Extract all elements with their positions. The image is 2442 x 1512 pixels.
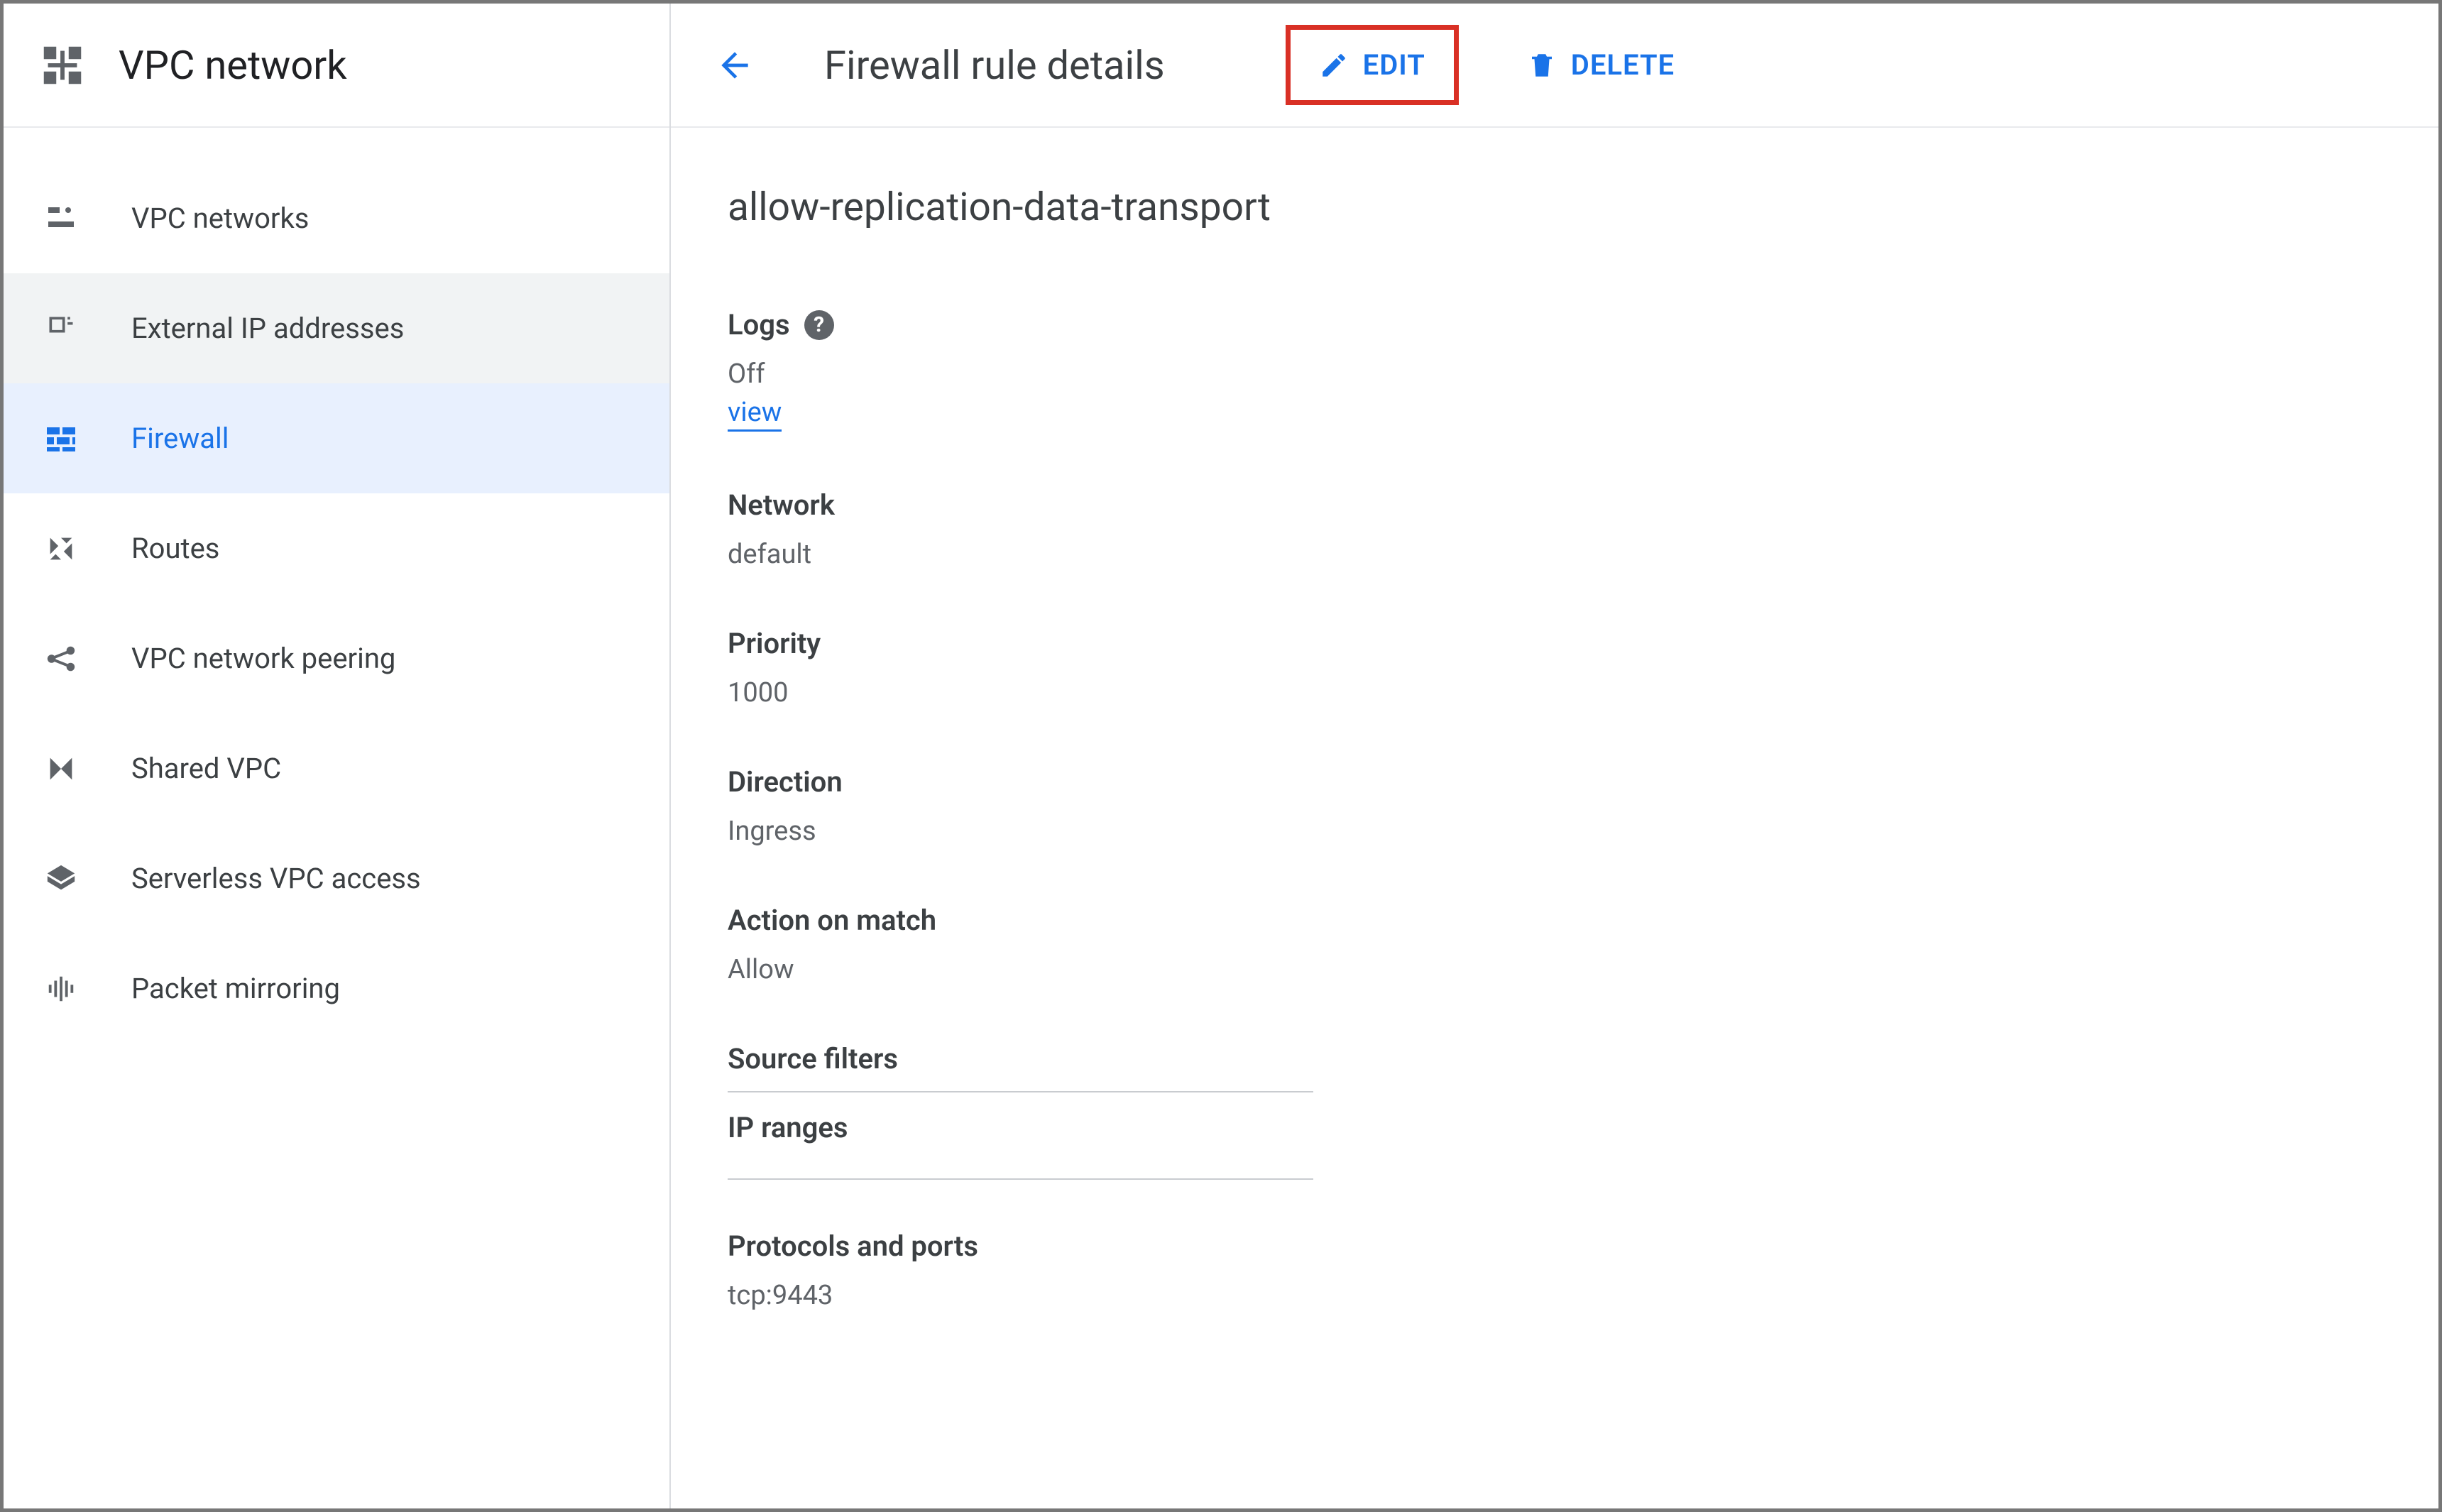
field-priority: Priority 1000 — [728, 627, 2382, 708]
main: Firewall rule details EDIT DELETE allow-… — [671, 4, 2438, 1508]
page-title: Firewall rule details — [824, 42, 1165, 89]
sidebar-item-shared-vpc[interactable]: Shared VPC — [4, 713, 669, 823]
edit-button-highlight: EDIT — [1286, 25, 1459, 105]
field-logs: Logs ? Off view — [728, 308, 2382, 432]
ip-ranges-label: IP ranges — [728, 1092, 2382, 1163]
divider — [728, 1178, 1313, 1180]
sidebar-item-firewall[interactable]: Firewall — [4, 383, 669, 493]
shared-vpc-icon — [43, 751, 79, 787]
product-title: VPC network — [119, 42, 347, 89]
field-network: Network default — [728, 488, 2382, 570]
edit-button[interactable]: EDIT — [1293, 34, 1451, 96]
rule-name: allow-replication-data-transport — [728, 185, 2382, 230]
source-filters-label: Source filters — [728, 1042, 2382, 1075]
product-header: VPC network — [4, 4, 669, 128]
action-label: Action on match — [728, 904, 2382, 937]
sidebar-item-label: Packet mirroring — [131, 972, 340, 1005]
protocols-label: Protocols and ports — [728, 1229, 2382, 1263]
priority-label: Priority — [728, 627, 2382, 660]
network-label: Network — [728, 488, 2382, 522]
sidebar-item-mirroring[interactable]: Packet mirroring — [4, 933, 669, 1043]
main-header: Firewall rule details EDIT DELETE — [671, 4, 2438, 128]
sidebar-item-label: Firewall — [131, 422, 229, 455]
sidebar-item-label: Shared VPC — [131, 752, 281, 785]
network-value: default — [728, 539, 2382, 570]
sidebar-item-routes[interactable]: Routes — [4, 493, 669, 603]
help-icon[interactable]: ? — [804, 310, 834, 340]
direction-label: Direction — [728, 765, 2382, 799]
sidebar-item-label: VPC network peering — [131, 642, 395, 675]
firewall-icon — [43, 421, 79, 456]
sidebar-item-vpc-networks[interactable]: VPC networks — [4, 163, 669, 273]
sidebar-item-label: External IP addresses — [131, 312, 404, 345]
logs-label: Logs — [728, 308, 790, 341]
field-protocols: Protocols and ports tcp:9443 — [728, 1229, 2382, 1311]
sidebar: VPC network VPC networks External IP add… — [4, 4, 671, 1508]
action-value: Allow — [728, 954, 2382, 985]
sidebar-item-label: Serverless VPC access — [131, 862, 421, 895]
delete-button[interactable]: DELETE — [1501, 34, 1700, 96]
protocols-value: tcp:9443 — [728, 1280, 2382, 1311]
field-source-filters: Source filters IP ranges — [728, 1042, 2382, 1180]
network-icon — [43, 201, 79, 236]
mirroring-icon — [43, 971, 79, 1007]
logs-view-link[interactable]: view — [728, 397, 782, 432]
logs-value: Off — [728, 358, 2382, 390]
pencil-icon — [1319, 50, 1349, 80]
field-direction: Direction Ingress — [728, 765, 2382, 847]
priority-value: 1000 — [728, 677, 2382, 708]
back-button[interactable] — [713, 44, 756, 87]
sidebar-nav: VPC networks External IP addresses Firew… — [4, 128, 669, 1043]
arrow-left-icon — [715, 45, 755, 85]
sidebar-item-serverless[interactable]: Serverless VPC access — [4, 823, 669, 933]
main-body: allow-replication-data-transport Logs ? … — [671, 128, 2438, 1311]
sidebar-item-external-ip[interactable]: External IP addresses — [4, 273, 669, 383]
sidebar-item-label: VPC networks — [131, 202, 309, 235]
routes-icon — [43, 531, 79, 566]
edit-button-label: EDIT — [1363, 48, 1425, 82]
external-ip-icon — [43, 311, 79, 346]
vpc-product-icon — [38, 40, 87, 90]
direction-value: Ingress — [728, 816, 2382, 847]
trash-icon — [1527, 50, 1557, 80]
field-action: Action on match Allow — [728, 904, 2382, 985]
peering-icon — [43, 641, 79, 676]
sidebar-item-peering[interactable]: VPC network peering — [4, 603, 669, 713]
delete-button-label: DELETE — [1571, 48, 1675, 82]
sidebar-item-label: Routes — [131, 532, 219, 565]
serverless-icon — [43, 861, 79, 897]
